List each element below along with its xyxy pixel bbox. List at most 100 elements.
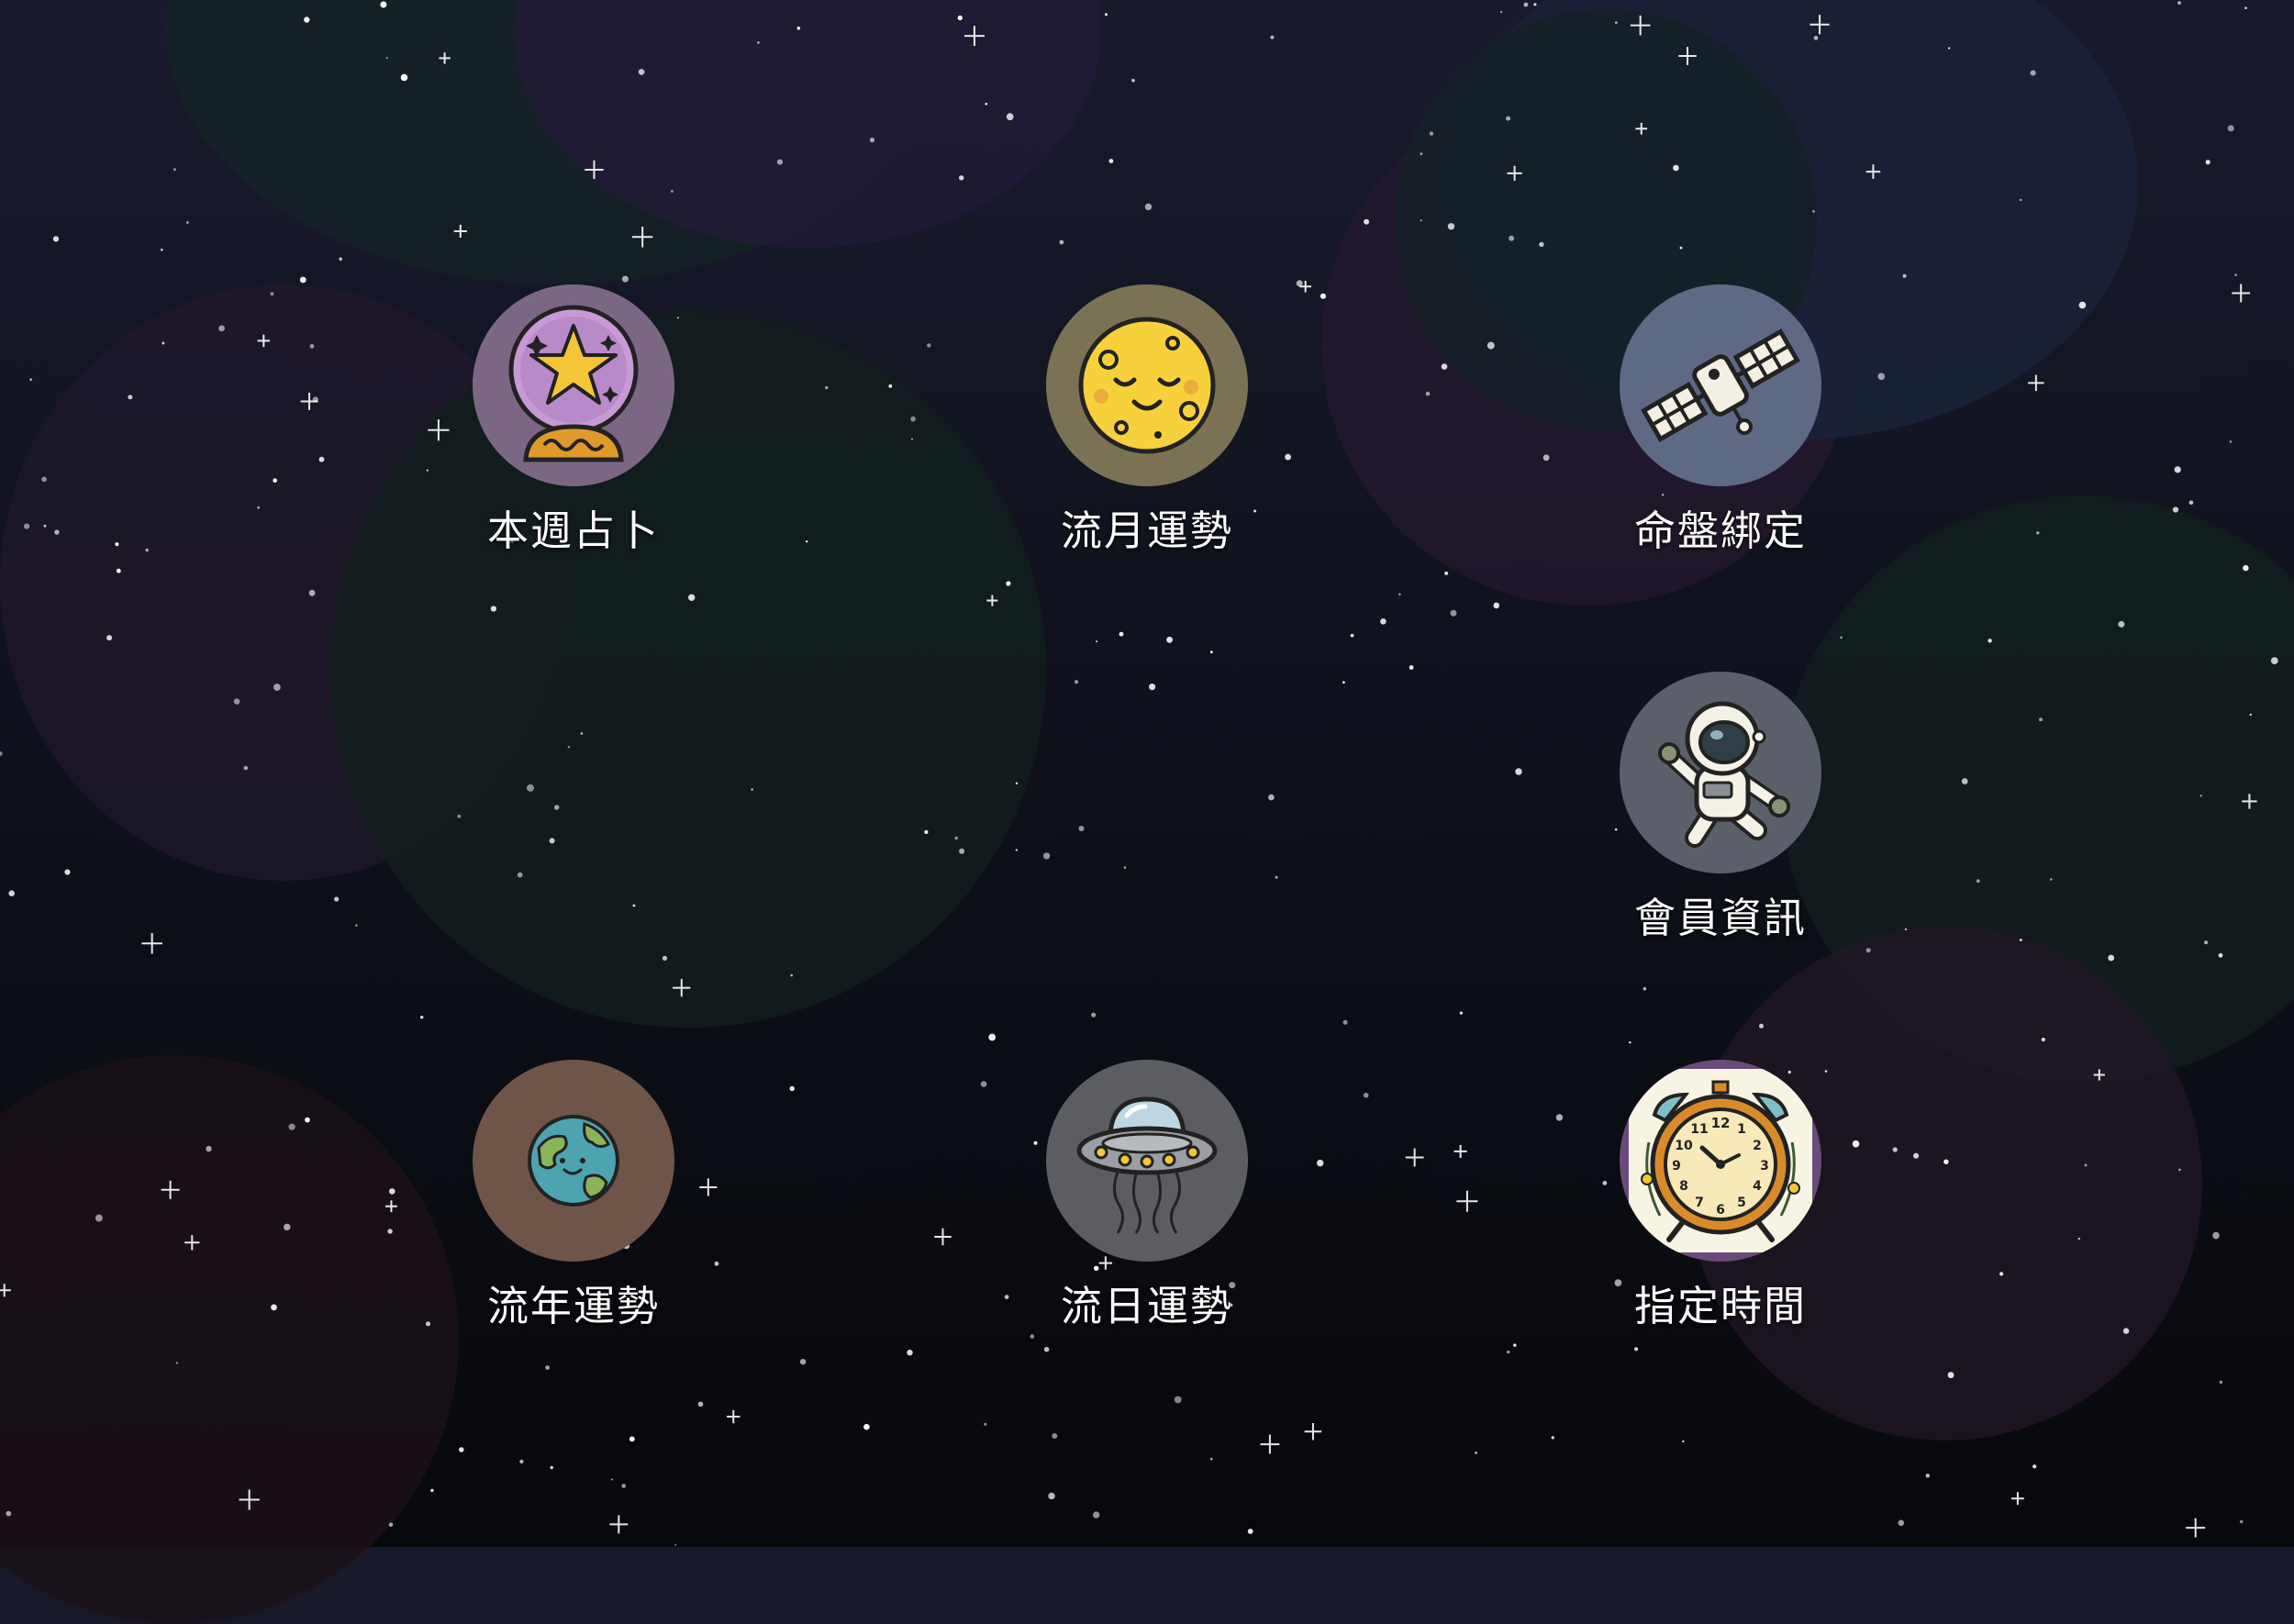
star [988, 1033, 997, 1041]
star [1006, 581, 1011, 586]
star [1865, 948, 1871, 953]
star [2177, 1, 2181, 6]
sparkle-star [385, 1200, 397, 1213]
star [1493, 602, 1500, 609]
star [1614, 21, 1618, 24]
menu-item-label: 本週占卜 [486, 506, 660, 555]
star [1268, 794, 1275, 801]
menu-item-monthly-fortune[interactable]: 流月運勢 [1028, 284, 1266, 557]
star [911, 438, 913, 440]
menu-item-specified-time[interactable]: 12 1 2 3 4 5 6 7 8 9 10 11 指定時間 [1601, 1060, 1840, 1332]
star [1643, 986, 1647, 991]
star [1420, 152, 1423, 155]
svg-text:9: 9 [1672, 1159, 1681, 1174]
star [1506, 116, 1511, 121]
sparkle-star [141, 933, 162, 954]
sparkle-star [1304, 1423, 1322, 1440]
star [1398, 593, 1401, 596]
star [233, 698, 240, 705]
sparkle-star [161, 1180, 180, 1199]
star [1015, 782, 1019, 784]
sparkle-star [631, 227, 653, 248]
star [910, 416, 916, 422]
star [2118, 620, 2125, 628]
star [206, 1145, 212, 1152]
star [52, 236, 60, 242]
star [621, 275, 629, 283]
star [2249, 713, 2252, 717]
star [1943, 1159, 1949, 1164]
sparkle-star [184, 1235, 200, 1251]
star [305, 1117, 310, 1123]
star [318, 456, 325, 462]
star [1509, 235, 1515, 241]
star [1209, 651, 1213, 654]
menu-item-weekly-divination[interactable]: 本週占卜 [454, 284, 693, 557]
star [1513, 1343, 1517, 1347]
star [1093, 1511, 1100, 1518]
star [1285, 453, 1291, 461]
star [907, 1350, 913, 1356]
star [671, 190, 674, 193]
menu-item-label: 流日運勢 [1060, 1282, 1233, 1330]
star [1682, 1440, 1685, 1442]
earth-icon [526, 1113, 621, 1208]
star [959, 848, 965, 854]
star [385, 56, 388, 60]
menu-item-member-info[interactable]: 會員資訊 [1601, 672, 1840, 944]
menu-item-chart-binding[interactable]: 命盤綁定 [1601, 284, 1840, 557]
star [43, 524, 47, 528]
star [2243, 564, 2249, 572]
star [2050, 878, 2053, 881]
star [2172, 506, 2179, 513]
astronaut-icon [1647, 695, 1794, 851]
sparkle-star [1453, 1144, 1467, 1158]
star [2122, 1328, 2130, 1334]
svg-text:11: 11 [1690, 1122, 1708, 1137]
sparkle-star [1260, 1434, 1280, 1454]
menu-item-daily-fortune[interactable]: 流日運勢 [1028, 1060, 1266, 1332]
star [175, 1362, 179, 1364]
star [1507, 1350, 1510, 1354]
sparkle-star [585, 160, 604, 180]
star [1852, 1140, 1860, 1148]
star [954, 836, 958, 840]
star [257, 506, 261, 509]
star [1006, 113, 1014, 121]
menu-item-yearly-fortune[interactable]: 流年運勢 [454, 1060, 693, 1332]
star [116, 568, 121, 573]
star [2188, 500, 2194, 506]
sparkle-star [963, 26, 985, 47]
star [888, 384, 893, 388]
star [218, 325, 226, 332]
sparkle-star [1507, 165, 1522, 181]
star [1542, 454, 1550, 462]
star [380, 1, 387, 8]
star [299, 276, 306, 284]
star [1042, 852, 1051, 860]
star [41, 476, 47, 483]
star [185, 221, 189, 224]
star [288, 1123, 295, 1130]
star [2227, 125, 2234, 132]
star [2234, 273, 2238, 276]
star [863, 1423, 870, 1430]
sparkle-star [1635, 122, 1648, 135]
sparkle-star [428, 419, 450, 441]
star [1350, 633, 1354, 638]
star [1840, 636, 1843, 640]
star [1976, 879, 1980, 884]
icon-circle [473, 1060, 674, 1262]
sparkle-star [609, 1515, 629, 1534]
star [1342, 681, 1345, 684]
ufo-icon [1074, 1083, 1220, 1239]
sparkle-star [1456, 1190, 1478, 1212]
star [1925, 1474, 1930, 1478]
star [869, 137, 875, 143]
sparkle-star [453, 224, 467, 239]
star [271, 1304, 277, 1311]
star [799, 1359, 807, 1365]
svg-text:8: 8 [1679, 1179, 1688, 1194]
star [304, 17, 310, 23]
star [284, 1223, 291, 1231]
